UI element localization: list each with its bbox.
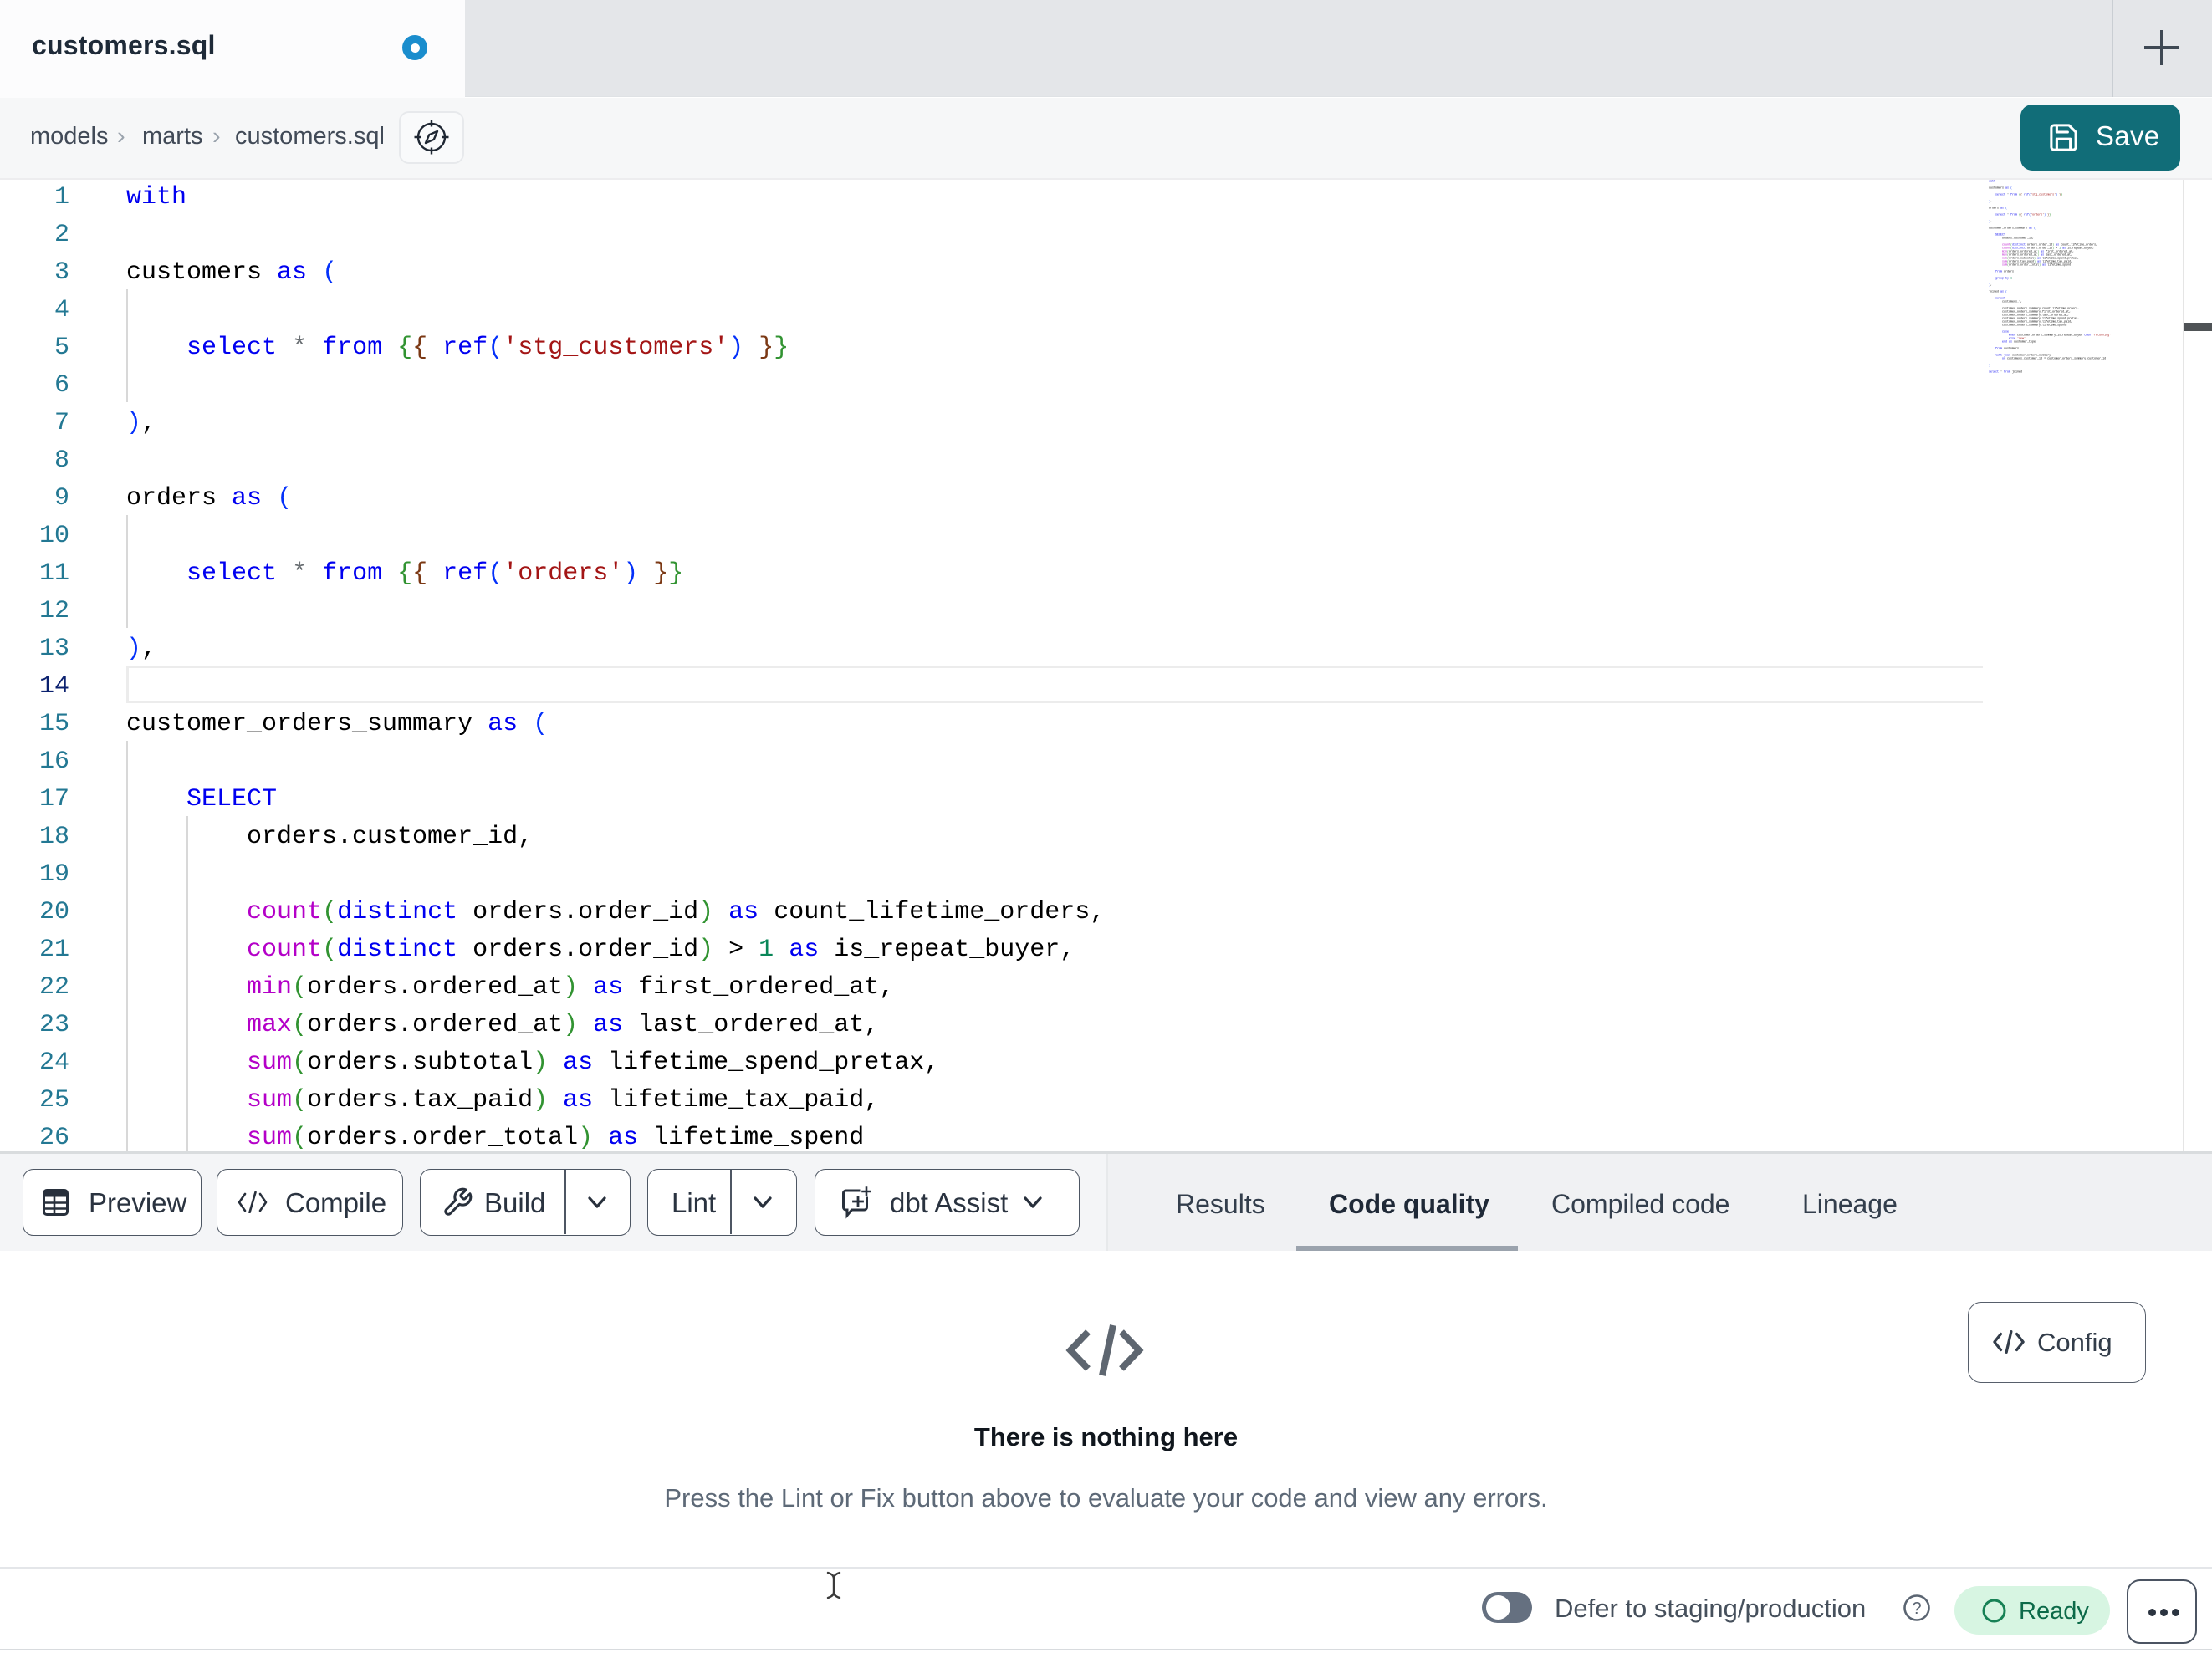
svg-text:?: ?	[1912, 1599, 1921, 1618]
